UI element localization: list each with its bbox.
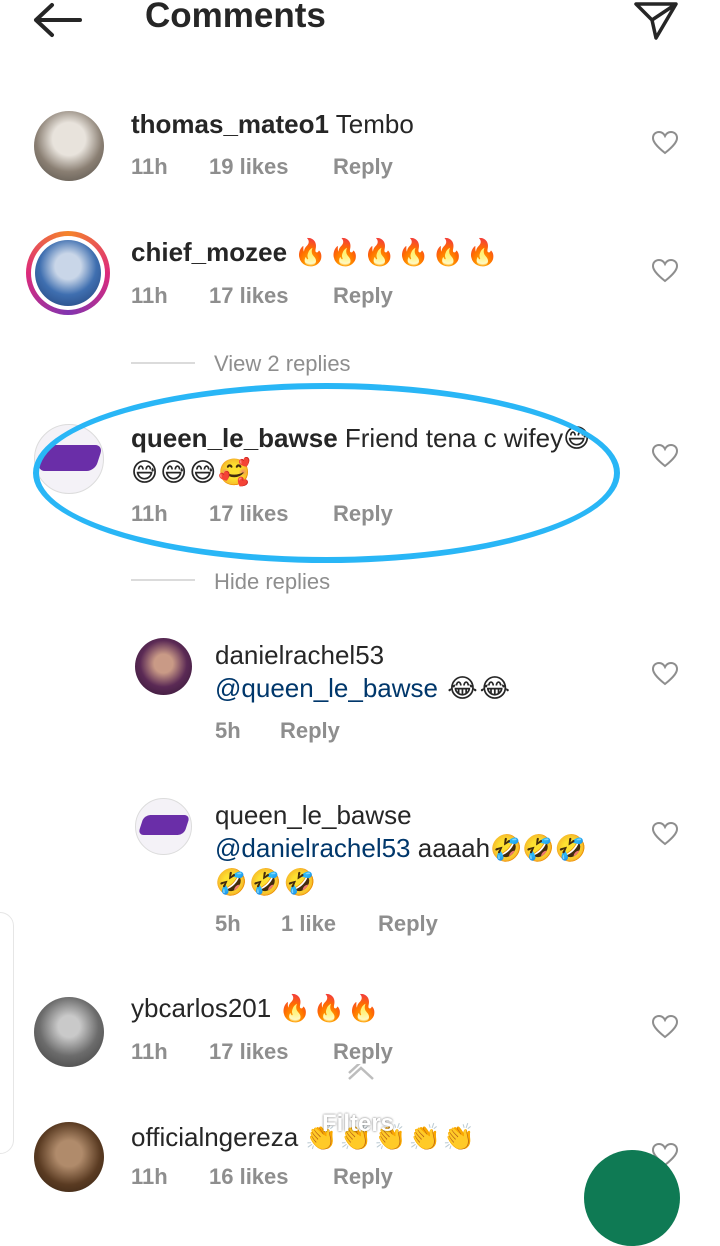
comment-text: thomas_mateo1 Tembo [131,109,414,139]
hide-replies-button[interactable]: Hide replies [214,569,330,595]
highlight-annotation [33,383,620,563]
divider [131,362,195,364]
comment-username[interactable]: officialngereza [131,1122,298,1152]
reply-button[interactable]: Reply [333,154,393,180]
comment-time: 11h [131,1164,168,1189]
reply-time: 5h [215,911,241,936]
reply-button[interactable]: Reply [333,1164,393,1190]
reply-text-continued: 🤣🤣🤣 [215,867,319,897]
reply-time: 5h [215,718,241,743]
mention-link[interactable]: @danielrachel53 [215,833,411,863]
chevron-up-icon[interactable] [346,1064,376,1082]
heart-icon[interactable] [652,259,678,283]
avatar[interactable] [34,1122,104,1192]
back-arrow-icon[interactable] [30,2,84,38]
reply-username[interactable]: queen_le_bawse [215,799,412,831]
comment-likes[interactable]: 17 likes [209,1039,289,1065]
heart-icon[interactable] [652,444,678,468]
avatar[interactable] [135,798,192,855]
reply-button[interactable]: Reply [333,1039,393,1065]
avatar[interactable] [34,997,104,1067]
floating-action-button[interactable] [584,1150,680,1246]
filters-label[interactable]: Filters [322,1110,394,1138]
reply-button[interactable]: Reply [378,911,438,937]
avatar[interactable] [135,638,192,695]
comment-username[interactable]: thomas_mateo1 [131,109,329,139]
divider [131,579,195,581]
heart-icon[interactable] [652,822,678,846]
comment-text: officialngereza 👏👏👏👏👏 [131,1122,478,1152]
comment-likes[interactable]: 19 likes [209,154,289,180]
reply-likes[interactable]: 1 like [281,911,336,937]
comment-likes[interactable]: 17 likes [209,283,289,309]
view-replies-button[interactable]: View 2 replies [214,351,351,377]
comment-likes[interactable]: 16 likes [209,1164,289,1190]
comment-time: 11h [131,283,168,308]
edge-panel[interactable] [0,912,14,1154]
comment-time: 11h [131,154,168,179]
heart-icon[interactable] [652,131,678,155]
comment-username[interactable]: ybcarlos201 [131,993,271,1023]
reply-text: @queen_le_bawse 😂😂 [215,673,512,703]
comment-text: chief_mozee 🔥🔥🔥🔥🔥🔥 [131,237,501,267]
heart-icon[interactable] [652,662,678,686]
avatar-image [35,240,101,306]
reply-button[interactable]: Reply [280,718,340,744]
heart-icon[interactable] [652,1015,678,1039]
mention-link[interactable]: @queen_le_bawse [215,673,438,703]
reply-button[interactable]: Reply [333,283,393,309]
comment-time: 11h [131,1039,168,1064]
comment-text: ybcarlos201 🔥🔥🔥 [131,993,382,1023]
reply-username[interactable]: danielrachel53 [215,639,384,671]
page-title: Comments [145,0,326,35]
reply-text: @danielrachel53 aaaah🤣🤣🤣 [215,833,588,863]
send-icon[interactable] [632,0,680,42]
comment-username[interactable]: chief_mozee [131,237,287,267]
avatar[interactable] [34,111,104,181]
